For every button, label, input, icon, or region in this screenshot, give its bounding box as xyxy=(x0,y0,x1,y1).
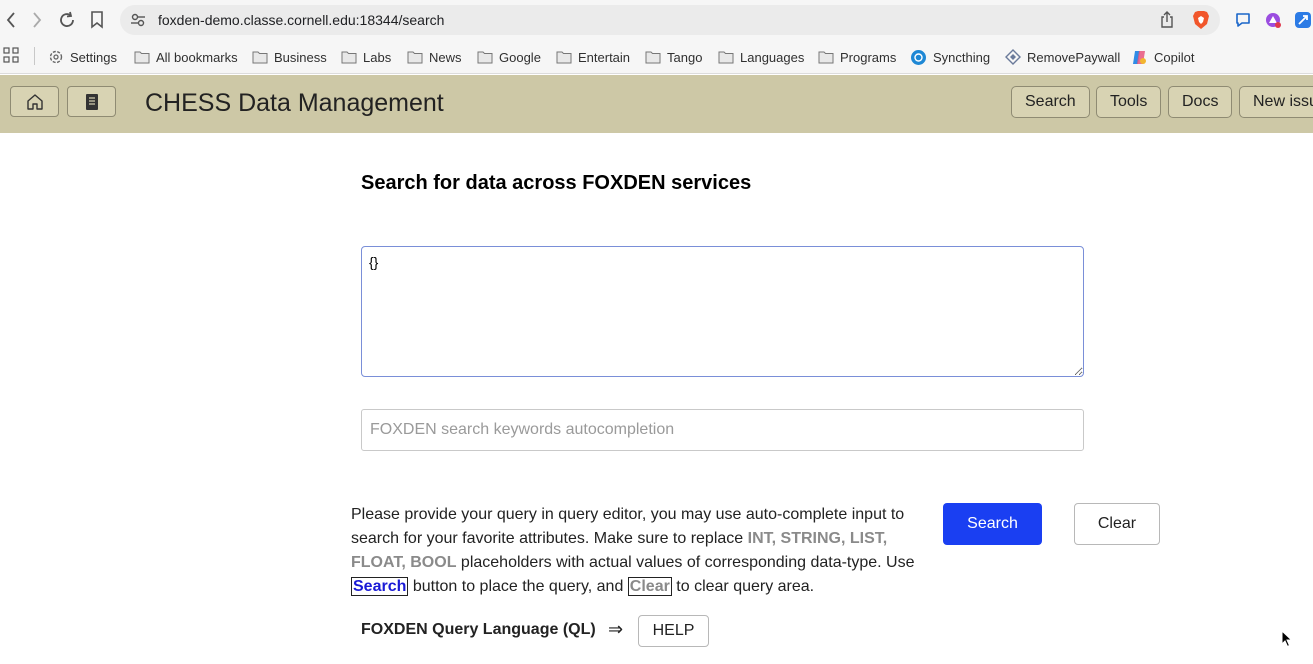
bookmarks-divider xyxy=(34,47,35,65)
forward-icon[interactable] xyxy=(26,8,48,32)
bookmark-label: Syncthing xyxy=(933,49,991,65)
bookmark-label: News xyxy=(429,49,462,65)
mouse-cursor-icon xyxy=(1281,629,1293,653)
bookmark-all-bookmarks[interactable]: All bookmarks xyxy=(134,47,238,67)
back-icon[interactable] xyxy=(0,8,22,32)
bookmark-labs[interactable]: Labs xyxy=(341,47,391,67)
diamond-icon xyxy=(1005,49,1021,65)
folder-icon xyxy=(818,51,834,64)
folder-icon xyxy=(645,51,661,64)
url-text: foxden-demo.classe.cornell.edu:18344/sea… xyxy=(158,12,445,28)
instructions-text: button to place the query, and xyxy=(408,578,628,595)
bookmark-label: RemovePaywall xyxy=(1027,49,1121,65)
instructions-text: to clear query area. xyxy=(671,578,815,595)
gear-icon xyxy=(49,50,63,64)
nav-tools-button[interactable]: Tools xyxy=(1096,86,1162,118)
chat-extension-icon[interactable] xyxy=(1234,11,1252,29)
query-editor[interactable]: {} xyxy=(361,246,1084,377)
bookmark-syncthing[interactable]: Syncthing xyxy=(910,47,990,67)
nav-search-button[interactable]: Search xyxy=(1011,86,1090,118)
folder-icon xyxy=(252,51,268,64)
clear-keyword: Clear xyxy=(627,577,672,596)
bookmark-label: Settings xyxy=(70,49,117,65)
folder-icon xyxy=(718,51,734,64)
ql-label: FOXDEN Query Language (QL) xyxy=(361,621,596,638)
bookmark-label: Google xyxy=(499,49,541,65)
folder-icon xyxy=(477,51,493,64)
home-button[interactable] xyxy=(10,86,59,117)
reload-icon[interactable] xyxy=(56,8,78,32)
bookmark-label: Tango xyxy=(667,49,703,65)
page-heading: Search for data across FOXDEN services xyxy=(361,172,752,194)
bookmark-google[interactable]: Google xyxy=(477,47,541,67)
query-instructions: Please provide your query in query edito… xyxy=(351,503,921,599)
bookmark-news[interactable]: News xyxy=(407,47,462,67)
folder-icon xyxy=(134,51,150,64)
clear-button[interactable]: Clear xyxy=(1074,503,1160,545)
bookmark-label: Entertain xyxy=(578,49,631,65)
share-icon[interactable] xyxy=(1160,11,1174,34)
home-icon xyxy=(26,93,43,110)
apps-grid-icon[interactable] xyxy=(3,47,19,68)
folder-icon xyxy=(556,51,572,64)
bookmark-label: Business xyxy=(274,49,327,65)
bookmark-languages[interactable]: Languages xyxy=(718,47,804,67)
bookmark-entertain[interactable]: Entertain xyxy=(556,47,630,67)
bookmarks-bar: Settings All bookmarks Business Labs New… xyxy=(0,40,1313,74)
search-keyword: Search xyxy=(351,577,409,596)
bookmark-label: Labs xyxy=(363,49,392,65)
app-title: CHESS Data Management xyxy=(145,89,444,117)
bookmark-label: Languages xyxy=(740,49,805,65)
bookmark-programs[interactable]: Programs xyxy=(818,47,896,67)
help-button[interactable]: HELP xyxy=(638,615,709,647)
brave-shield-icon[interactable] xyxy=(1192,10,1210,35)
ql-arrow: ⇒ xyxy=(608,619,624,639)
vpn-extension-icon[interactable] xyxy=(1294,11,1312,29)
browser-toolbar: foxden-demo.classe.cornell.edu:18344/sea… xyxy=(0,0,1313,40)
folder-icon xyxy=(341,51,357,64)
notebook-icon xyxy=(85,93,98,110)
copilot-icon xyxy=(1133,50,1146,64)
address-bar[interactable]: foxden-demo.classe.cornell.edu:18344/sea… xyxy=(120,5,1220,35)
bookmark-tango[interactable]: Tango xyxy=(645,47,702,67)
bookmark-copilot[interactable]: Copilot xyxy=(1131,47,1194,67)
app-header: CHESS Data Management Search Tools Docs … xyxy=(0,75,1313,133)
bookmark-label: Programs xyxy=(840,49,897,65)
bookmark-label: Copilot xyxy=(1154,49,1195,65)
bookmark-business[interactable]: Business xyxy=(252,47,327,67)
bookmark-icon[interactable] xyxy=(86,8,108,32)
bookmark-settings[interactable]: Settings xyxy=(48,47,117,67)
keyword-autocomplete-input[interactable] xyxy=(361,409,1084,451)
notebook-button[interactable] xyxy=(67,86,116,117)
syncthing-icon xyxy=(911,49,926,65)
bookmark-removepaywall[interactable]: RemovePaywall xyxy=(1005,47,1120,67)
nav-new-issue-button[interactable]: New issu xyxy=(1239,86,1313,118)
instructions-text: placeholders with actual values of corre… xyxy=(456,554,915,571)
folder-icon xyxy=(407,51,423,64)
nav-docs-button[interactable]: Docs xyxy=(1168,86,1233,118)
bookmark-label: All bookmarks xyxy=(156,49,238,65)
extension-icon[interactable] xyxy=(1264,11,1282,29)
search-button[interactable]: Search xyxy=(943,503,1042,545)
site-settings-icon[interactable] xyxy=(130,12,146,33)
